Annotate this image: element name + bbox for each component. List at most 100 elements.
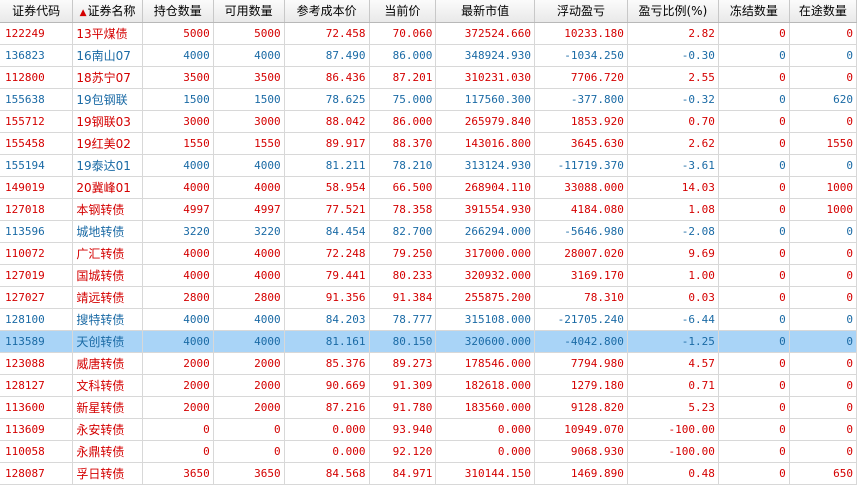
cell-market-value: 0.000 xyxy=(435,418,535,441)
cell-float-pnl: -377.800 xyxy=(534,88,628,111)
table-row[interactable]: 127018 本钢转债 4997 4997 77.521 78.358 391554.930… xyxy=(0,198,857,221)
cell-code: 128087 xyxy=(0,462,74,485)
column-header-price[interactable]: 当前价 xyxy=(369,0,437,23)
table-row[interactable]: 155712 19钢联03 3000 3000 88.042 86.000 265979.8… xyxy=(0,110,857,133)
cell-frozen: 0 xyxy=(718,462,790,485)
table-row[interactable]: 127019 国城转债 4000 4000 79.441 80.233 320932.000… xyxy=(0,264,857,287)
cell-name: 19泰达01 xyxy=(72,154,143,177)
cell-name: 永鼎转债 xyxy=(72,440,143,463)
table-row[interactable]: 128127 文科转债 2000 2000 90.669 91.309 182618.000… xyxy=(0,374,857,397)
table-row[interactable]: 112800 18苏宁07 3500 3500 86.436 87.201 310231.0… xyxy=(0,66,857,89)
cell-in-transit: 0 xyxy=(789,440,857,463)
cell-holding: 2800 xyxy=(142,286,214,309)
column-header-holding[interactable]: 持仓数量 xyxy=(142,0,214,23)
table-row[interactable]: 155638 19包钢联 1500 1500 78.625 75.000 117560.30… xyxy=(0,88,857,111)
table-row[interactable]: 123088 威唐转债 2000 2000 85.376 89.273 178546.000… xyxy=(0,352,857,375)
cell-code: 155458 xyxy=(0,132,74,155)
table-row[interactable]: 113600 新星转债 2000 2000 87.216 91.780 183560.000… xyxy=(0,396,857,419)
cell-code: 113589 xyxy=(0,330,74,353)
cell-holding: 4000 xyxy=(142,330,214,353)
cell-pnl-ratio: 2.62 xyxy=(627,132,719,155)
cell-available: 4000 xyxy=(213,176,285,199)
cell-available: 1550 xyxy=(213,132,285,155)
cell-price: 78.777 xyxy=(369,308,437,331)
cell-holding: 3000 xyxy=(142,110,214,133)
table-row[interactable]: 128100 搜特转债 4000 4000 84.203 78.777 315108.000… xyxy=(0,308,857,331)
cell-price: 91.780 xyxy=(369,396,437,419)
column-header-available[interactable]: 可用数量 xyxy=(213,0,285,23)
cell-frozen: 0 xyxy=(718,110,790,133)
cell-pnl-ratio: -0.30 xyxy=(627,44,719,67)
cell-available: 2000 xyxy=(213,374,285,397)
cell-cost: 84.454 xyxy=(284,220,370,243)
column-header-market-value[interactable]: 最新市值 xyxy=(435,0,535,23)
cell-cost: 78.625 xyxy=(284,88,370,111)
cell-in-transit: 0 xyxy=(789,286,857,309)
cell-pnl-ratio: 1.08 xyxy=(627,198,719,221)
cell-float-pnl: -11719.370 xyxy=(534,154,628,177)
cell-code: 110058 xyxy=(0,440,74,463)
cell-float-pnl: 1853.920 xyxy=(534,110,628,133)
cell-frozen: 0 xyxy=(718,132,790,155)
cell-pnl-ratio: 2.82 xyxy=(627,22,719,45)
cell-market-value: 315108.000 xyxy=(435,308,535,331)
cell-float-pnl: -1034.250 xyxy=(534,44,628,67)
table-row[interactable]: 122249 13平煤债 5000 5000 72.458 70.060 372524.66… xyxy=(0,22,857,45)
cell-holding: 4000 xyxy=(142,264,214,287)
cell-price: 66.500 xyxy=(369,176,437,199)
cell-cost: 87.490 xyxy=(284,44,370,67)
table-row[interactable]: 113596 城地转债 3220 3220 84.454 82.700 266294.000… xyxy=(0,220,857,243)
table-row[interactable]: 113589 天创转债 4000 4000 81.161 80.150 320600.000… xyxy=(0,330,857,353)
column-header-code[interactable]: 证券代码 xyxy=(0,0,74,23)
cell-pnl-ratio: 5.23 xyxy=(627,396,719,419)
column-header-pnl-ratio[interactable]: 盈亏比例(%) xyxy=(627,0,719,23)
cell-name: 威唐转债 xyxy=(72,352,143,375)
cell-price: 87.201 xyxy=(369,66,437,89)
cell-float-pnl: 4184.080 xyxy=(534,198,628,221)
table-row[interactable]: 127027 靖远转债 2800 2800 91.356 91.384 255875.200… xyxy=(0,286,857,309)
cell-pnl-ratio: 14.03 xyxy=(627,176,719,199)
cell-available: 4000 xyxy=(213,242,285,265)
table-row[interactable]: 149019 20冀峰01 4000 4000 58.954 66.500 268904.1… xyxy=(0,176,857,199)
table-row[interactable]: 155194 19泰达01 4000 4000 81.211 78.210 313124.9… xyxy=(0,154,857,177)
column-header-cost[interactable]: 参考成本价 xyxy=(284,0,370,23)
cell-cost: 84.203 xyxy=(284,308,370,331)
cell-float-pnl: 9068.930 xyxy=(534,440,628,463)
cell-holding: 4997 xyxy=(142,198,214,221)
column-header-in-transit[interactable]: 在途数量 xyxy=(789,0,857,23)
cell-holding: 1550 xyxy=(142,132,214,155)
cell-price: 92.120 xyxy=(369,440,437,463)
cell-available: 0 xyxy=(213,418,285,441)
column-header-float-pnl[interactable]: 浮动盈亏 xyxy=(534,0,628,23)
cell-code: 155638 xyxy=(0,88,74,111)
cell-market-value: 183560.000 xyxy=(435,396,535,419)
cell-name: 搜特转债 xyxy=(72,308,143,331)
cell-cost: 81.161 xyxy=(284,330,370,353)
cell-code: 127019 xyxy=(0,264,74,287)
column-header-frozen[interactable]: 冻结数量 xyxy=(718,0,790,23)
cell-pnl-ratio: -3.61 xyxy=(627,154,719,177)
cell-name: 13平煤债 xyxy=(72,22,143,45)
table-row[interactable]: 110072 广汇转债 4000 4000 72.248 79.250 317000.000… xyxy=(0,242,857,265)
cell-float-pnl: -5646.980 xyxy=(534,220,628,243)
table-row[interactable]: 155458 19红美02 1550 1550 89.917 88.370 143016.8… xyxy=(0,132,857,155)
cell-pnl-ratio: 9.69 xyxy=(627,242,719,265)
table-row[interactable]: 110058 永鼎转债 0 0 0.000 92.120 0.000 9068.930 -100… xyxy=(0,440,857,463)
cell-code: 123088 xyxy=(0,352,74,375)
cell-in-transit: 650 xyxy=(789,462,857,485)
cell-market-value: 265979.840 xyxy=(435,110,535,133)
cell-float-pnl: 28007.020 xyxy=(534,242,628,265)
cell-frozen: 0 xyxy=(718,330,790,353)
column-header-name[interactable]: ▲证券名称 xyxy=(72,0,143,23)
cell-holding: 3650 xyxy=(142,462,214,485)
table-row[interactable]: 136823 16南山07 4000 4000 87.490 86.000 348924.9… xyxy=(0,44,857,67)
cell-market-value: 178546.000 xyxy=(435,352,535,375)
cell-float-pnl: 78.310 xyxy=(534,286,628,309)
cell-pnl-ratio: 0.70 xyxy=(627,110,719,133)
table-row[interactable]: 128087 孚日转债 3650 3650 84.568 84.971 310144.150… xyxy=(0,462,857,485)
cell-frozen: 0 xyxy=(718,286,790,309)
table-row[interactable]: 113609 永安转债 0 0 0.000 93.940 0.000 10949.070 -10… xyxy=(0,418,857,441)
cell-market-value: 0.000 xyxy=(435,440,535,463)
cell-cost: 77.521 xyxy=(284,198,370,221)
cell-in-transit: 0 xyxy=(789,330,857,353)
